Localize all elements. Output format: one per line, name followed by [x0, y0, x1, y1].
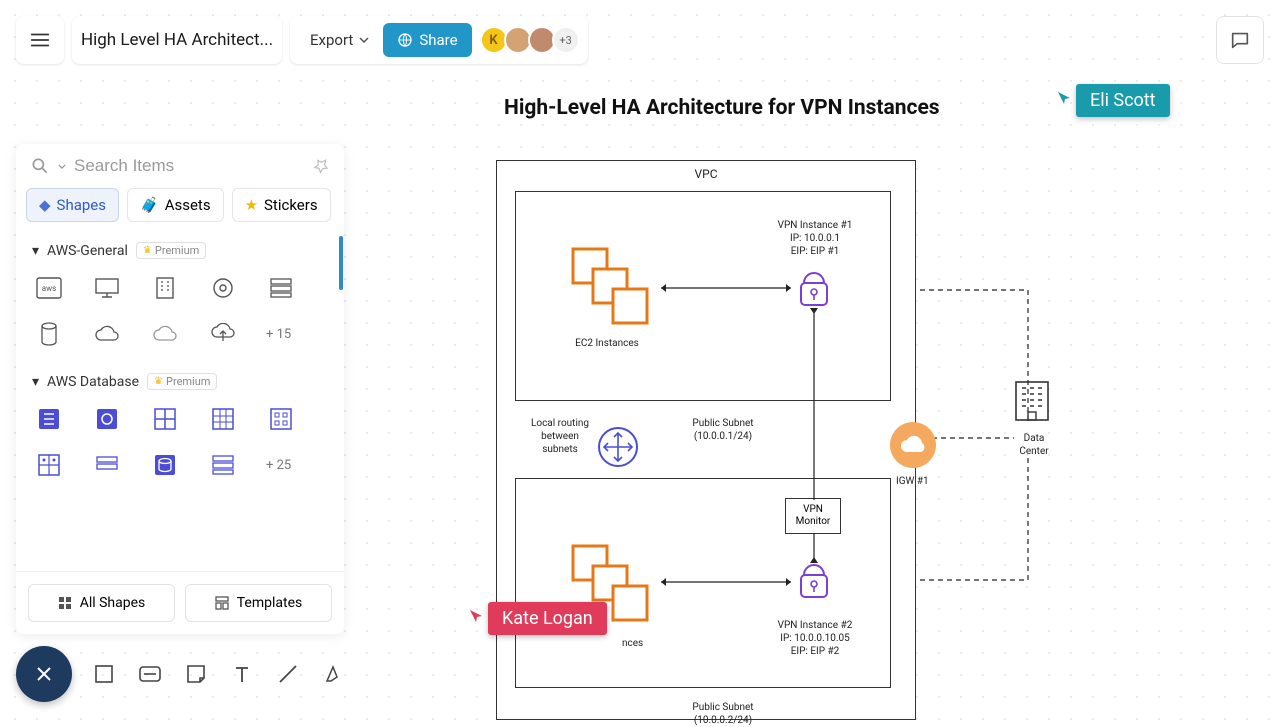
data-center-label: Data Center — [1016, 432, 1052, 458]
collaborator-cursor-eli: Eli Scott — [1056, 86, 1170, 117]
tool-rectangle[interactable] — [90, 660, 118, 688]
share-label: Share — [419, 31, 457, 49]
shape-db[interactable] — [150, 404, 180, 434]
shape-cloud[interactable] — [92, 319, 122, 349]
search-row — [16, 144, 344, 188]
globe-icon — [397, 32, 413, 48]
shapes-panel: ◆Shapes 🧳Assets ★Stickers ▾AWS-General ♛… — [16, 144, 344, 634]
panel-tabs: ◆Shapes 🧳Assets ★Stickers — [16, 188, 344, 232]
menu-button[interactable] — [16, 16, 64, 64]
shape-db[interactable] — [150, 450, 180, 480]
vpn-gateway-icon[interactable] — [797, 561, 831, 605]
vpc-label: VPC — [497, 167, 915, 181]
vpn-gateway-icon[interactable] — [797, 269, 831, 313]
search-input[interactable] — [74, 156, 304, 176]
chevron-down-icon — [359, 37, 369, 43]
shape-disc[interactable] — [208, 273, 238, 303]
icon-grid-aws-general: aws + 15 — [28, 269, 332, 363]
sidebar-footer: All Shapes Templates — [16, 571, 344, 634]
canvas-title: High-Level HA Architecture for VPN Insta… — [504, 96, 940, 120]
document-title[interactable]: High Level HA Architect... — [72, 16, 282, 64]
tool-text[interactable] — [228, 660, 256, 688]
shape-monitor[interactable] — [92, 273, 122, 303]
data-center-icon[interactable] — [1014, 380, 1050, 426]
bottom-toolbar — [16, 646, 348, 702]
toolbar-cluster: Export Share K +3 — [290, 16, 588, 64]
subnet1-label: Public Subnet(10.0.0.1/24) — [683, 417, 763, 443]
cursor-icon — [1056, 90, 1072, 106]
collaborator-cursor-kate: Kate Logan — [468, 604, 607, 635]
tool-note[interactable] — [182, 660, 210, 688]
premium-badge: ♛Premium — [136, 242, 206, 259]
shape-db[interactable] — [208, 450, 238, 480]
shape-db[interactable] — [266, 404, 296, 434]
shape-db[interactable] — [34, 404, 64, 434]
close-icon — [34, 664, 54, 684]
chevron-down-icon — [58, 164, 66, 169]
premium-badge: ♛Premium — [147, 373, 217, 390]
cursor-icon — [468, 608, 484, 624]
shape-aws-logo[interactable]: aws — [34, 273, 64, 303]
template-icon — [215, 596, 229, 610]
cloud-icon — [898, 434, 928, 456]
shape-cylinder[interactable] — [34, 319, 64, 349]
shapes-scrollarea[interactable]: ▾AWS-General ♛Premium aws + 15 ▾AWS Data… — [16, 232, 344, 571]
vpn2-label: VPN Instance #2IP: 10.0.0.10.05EIP: EIP … — [765, 619, 865, 658]
vpn-monitor-box[interactable]: VPN Monitor — [785, 498, 841, 534]
routing-icon[interactable] — [597, 426, 639, 472]
topbar: High Level HA Architect... Export Share … — [0, 0, 1280, 80]
search-icon — [30, 156, 50, 176]
pin-icon[interactable] — [308, 153, 333, 178]
tool-line[interactable] — [274, 660, 302, 688]
export-label: Export — [310, 31, 353, 49]
tab-shapes[interactable]: ◆Shapes — [26, 188, 119, 222]
avatar-more: +3 — [552, 26, 580, 54]
tool-pen[interactable] — [320, 660, 348, 688]
routing-label: Local routingbetweensubnets — [527, 417, 593, 456]
tab-assets[interactable]: 🧳Assets — [127, 188, 224, 222]
connector — [655, 577, 797, 587]
tab-stickers[interactable]: ★Stickers — [232, 188, 331, 222]
connector — [808, 308, 820, 500]
ec2-label: EC2 Instances — [567, 337, 647, 350]
shape-db[interactable] — [92, 404, 122, 434]
shape-cloud-up[interactable] — [208, 319, 238, 349]
group-header-aws-general[interactable]: ▾AWS-General ♛Premium — [28, 232, 332, 269]
shape-db[interactable] — [208, 404, 238, 434]
collaborator-avatars[interactable]: K +3 — [480, 26, 580, 54]
svg-text:aws: aws — [42, 284, 57, 293]
ec2-label-partial: nces — [622, 637, 643, 650]
templates-button[interactable]: Templates — [185, 584, 332, 622]
shape-db[interactable] — [34, 450, 64, 480]
shape-db[interactable] — [92, 450, 122, 480]
vpn1-label: VPN Instance #1IP: 10.0.0.1EIP: EIP #1 — [765, 219, 865, 258]
connector — [655, 283, 797, 293]
grid-icon — [58, 596, 72, 610]
icon-grid-aws-database: + 25 — [28, 400, 332, 494]
group-header-aws-database[interactable]: ▾AWS Database ♛Premium — [28, 363, 332, 400]
export-button[interactable]: Export — [304, 25, 375, 55]
ec2-instances-icon[interactable] — [571, 247, 655, 325]
more-shapes-count[interactable]: + 15 — [266, 327, 291, 342]
igw-icon[interactable] — [890, 422, 936, 468]
close-fab[interactable] — [16, 646, 72, 702]
subnet2-label: Public Subnet(10.0.0.2/24) — [683, 701, 763, 727]
shape-building[interactable] — [150, 273, 180, 303]
shape-server[interactable] — [266, 273, 296, 303]
vpc-container[interactable]: VPC VPN Instance #1IP: 10.0.0.1EIP: EIP … — [496, 160, 916, 720]
tool-label[interactable] — [136, 660, 164, 688]
shape-cloud-outline[interactable] — [150, 319, 180, 349]
igw-label: IGW #1 — [896, 476, 929, 487]
scrollbar-thumb[interactable] — [339, 236, 343, 290]
all-shapes-button[interactable]: All Shapes — [28, 584, 175, 622]
connector — [808, 533, 820, 563]
hamburger-icon — [29, 29, 51, 51]
share-button[interactable]: Share — [383, 23, 471, 57]
more-shapes-count[interactable]: + 25 — [266, 458, 291, 473]
